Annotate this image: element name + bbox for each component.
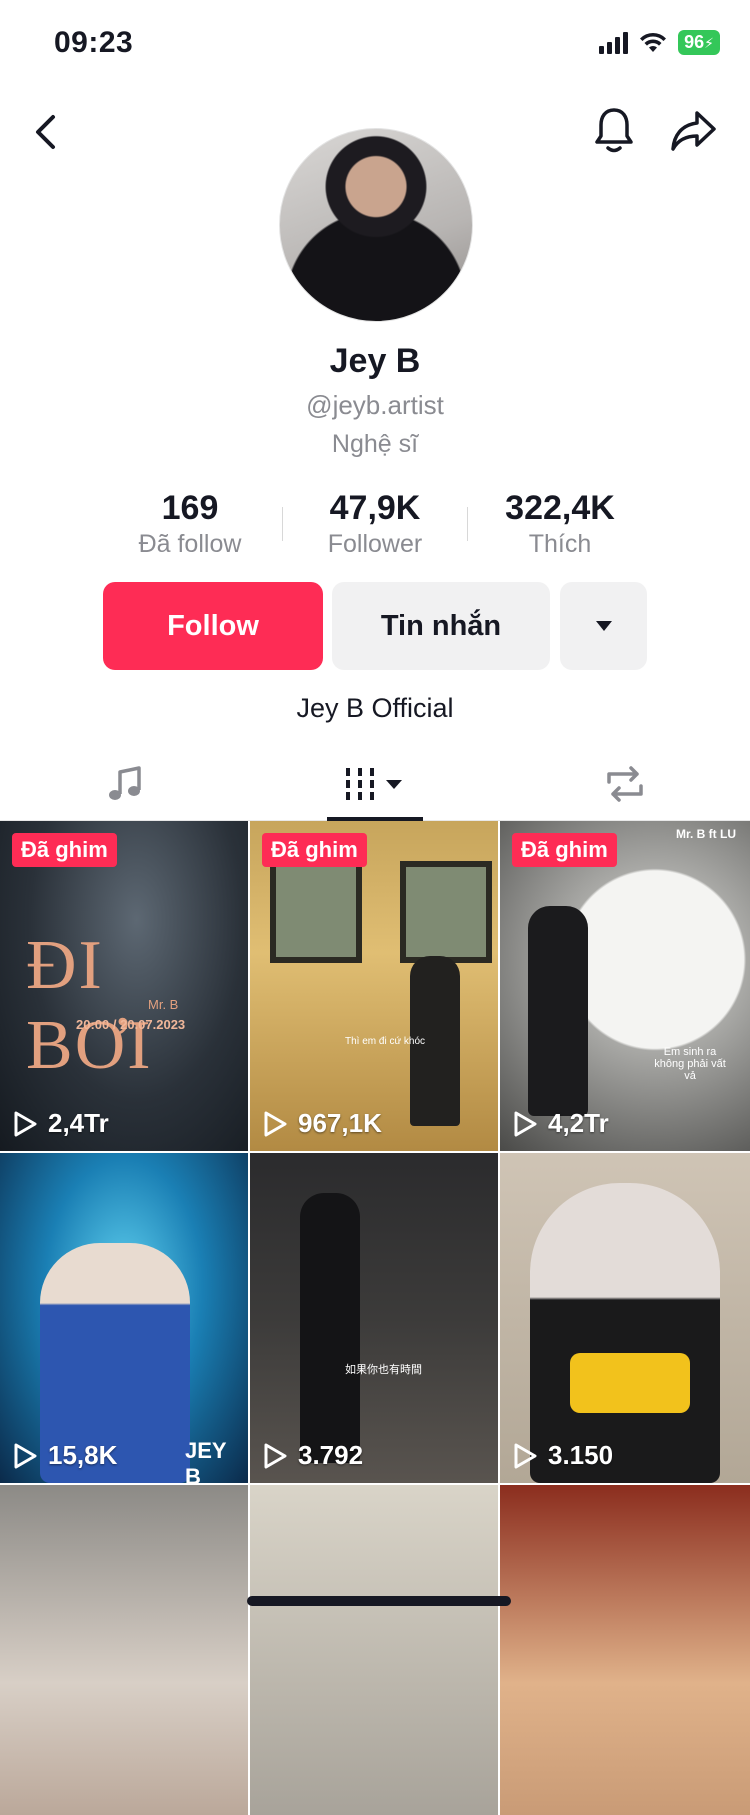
battery-level: 96 [684, 32, 705, 52]
tab-videos[interactable] [250, 748, 500, 821]
view-count-text: 967,1K [298, 1108, 382, 1138]
back-button[interactable] [26, 108, 66, 156]
view-count-text: 15,8K [48, 1440, 118, 1470]
share-arrow-icon [671, 111, 716, 151]
status-icons: 96⚡ [599, 30, 720, 55]
play-icon [514, 1443, 537, 1468]
video-thumbnail[interactable]: Thì em đi cứ khóc Đã ghim 967,1K [250, 821, 498, 1151]
view-count: 967,1K [262, 1108, 382, 1139]
profile-name: Jey B [329, 342, 421, 380]
stat-label: Đã follow [138, 530, 242, 558]
video-caption: Em sinh ra không phải vất vả [654, 1046, 726, 1082]
video-caption: 如果你也有時間 [345, 1364, 422, 1376]
stat-divider [467, 507, 468, 541]
pinned-badge: Đã ghim [512, 833, 617, 867]
video-grid: ĐI BƠI Mr. B 20:00 / 20.07.2023 Đã ghim … [0, 821, 750, 1815]
stat-value: 47,9K [329, 489, 421, 527]
videos-grid-icon [346, 768, 402, 800]
play-icon [14, 1111, 37, 1136]
view-count: 3.150 [512, 1440, 613, 1471]
bell-icon [595, 108, 633, 153]
profile-stats: 169 Đã follow 47,9K Follower 322,4K Thíc… [110, 488, 640, 560]
view-count: 15,8K [12, 1440, 117, 1471]
video-thumbnail[interactable]: Mr. B ft LU Em sinh ra không phải vất vả… [500, 821, 750, 1151]
video-caption: JEY B [185, 1438, 227, 1483]
view-count-text: 4,2Tr [548, 1108, 609, 1138]
view-count-text: 3.150 [548, 1440, 614, 1470]
video-thumbnail[interactable] [500, 1485, 750, 1815]
repost-icon [607, 766, 643, 802]
stat-label: Thích [528, 530, 592, 558]
music-note-icon [109, 766, 141, 800]
stat-following[interactable]: 169 Đã follow [110, 488, 270, 560]
video-thumbnail[interactable] [250, 1485, 498, 1815]
play-icon [264, 1443, 287, 1468]
view-count: 3.792 [262, 1440, 363, 1471]
shirt-print [570, 1353, 690, 1413]
content-tabs [0, 748, 750, 821]
tab-reposts[interactable] [500, 748, 750, 820]
chevron-left-icon [36, 115, 55, 149]
stat-followers[interactable]: 47,9K Follower [295, 488, 455, 560]
caret-down-icon [595, 621, 612, 631]
play-icon [514, 1111, 537, 1136]
notification-button[interactable] [590, 104, 638, 156]
battery-icon: 96⚡ [678, 30, 720, 55]
person-figure [300, 1193, 360, 1463]
view-count-text: 3.792 [298, 1440, 364, 1470]
video-time-text: 20:00 / 20.07.2023 [76, 1017, 186, 1032]
more-options-button[interactable] [560, 582, 647, 670]
window-shape [270, 861, 362, 963]
video-thumbnail[interactable]: 3.150 [500, 1153, 750, 1483]
play-icon [264, 1111, 287, 1136]
status-time: 09:23 [54, 26, 134, 59]
profile-avatar[interactable] [279, 128, 473, 322]
video-thumbnail[interactable]: 如果你也有時間 3.792 [250, 1153, 498, 1483]
person-figure [530, 1183, 720, 1483]
cellular-signal-icon [599, 31, 629, 54]
pinned-badge: Đã ghim [12, 833, 117, 867]
pinned-badge: Đã ghim [262, 833, 367, 867]
video-subtitle-text: Mr. B [148, 997, 179, 1012]
stat-label: Follower [327, 530, 423, 558]
stat-value: 322,4K [505, 489, 615, 527]
stat-likes[interactable]: 322,4K Thích [480, 488, 640, 560]
profile-handle: @jeyb.artist [306, 390, 444, 420]
stat-divider [282, 507, 283, 541]
view-count: 4,2Tr [512, 1108, 609, 1139]
share-button[interactable] [668, 106, 718, 156]
video-thumbnail[interactable]: ĐI BƠI Mr. B 20:00 / 20.07.2023 Đã ghim … [0, 821, 248, 1151]
profile-role: Nghệ sĩ [331, 430, 419, 458]
message-button[interactable]: Tin nhắn [332, 582, 550, 670]
view-count-text: 2,4Tr [48, 1108, 109, 1138]
video-thumbnail[interactable]: JEY B 15,8K [0, 1153, 248, 1483]
window-shape [400, 861, 492, 963]
wifi-icon [640, 32, 667, 52]
view-count: 2,4Tr [12, 1108, 109, 1139]
video-caption: Thì em đi cứ khóc [345, 1036, 426, 1047]
follow-button[interactable]: Follow [103, 582, 323, 670]
stat-value: 169 [161, 489, 219, 527]
video-top-text: Mr. B ft LU [676, 827, 736, 841]
video-title-text: ĐI BƠI [26, 927, 153, 1084]
profile-bio: Jey B Official [296, 693, 454, 723]
play-icon [14, 1443, 37, 1468]
home-indicator[interactable] [247, 1596, 511, 1606]
video-thumbnail[interactable] [0, 1485, 248, 1815]
tab-music[interactable] [0, 748, 250, 820]
person-figure [528, 906, 588, 1116]
